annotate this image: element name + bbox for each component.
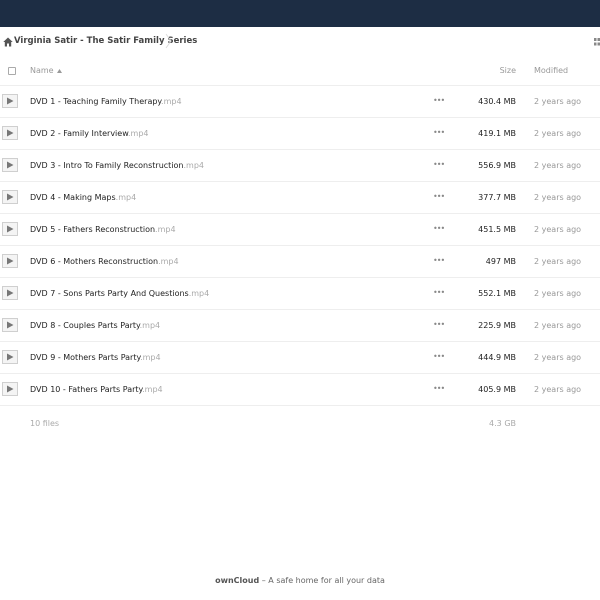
more-actions-icon[interactable]: ••• [433,193,445,201]
file-basename: DVD 10 - Fathers Parts Party [30,385,143,394]
file-modified: 2 years ago [534,193,582,202]
file-name[interactable]: DVD 9 - Mothers Parts Party.mp4 [30,353,161,362]
file-name[interactable]: DVD 7 - Sons Parts Party And Questions.m… [30,289,209,298]
more-actions-icon[interactable]: ••• [433,97,445,105]
file-modified: 2 years ago [534,97,582,106]
file-basename: DVD 3 - Intro To Family Reconstruction [30,161,184,170]
column-header-size[interactable]: Size [460,66,516,75]
more-actions-icon[interactable]: ••• [433,161,445,169]
file-modified: 2 years ago [534,129,582,138]
file-basename: DVD 4 - Making Maps [30,193,116,202]
file-extension: .mp4 [188,289,210,298]
file-size: 444.9 MB [478,353,516,362]
file-row[interactable]: DVD 10 - Fathers Parts Party.mp4 ••• 405.9… [0,374,600,406]
video-file-icon[interactable] [2,190,18,204]
video-file-icon[interactable] [2,350,18,364]
file-name[interactable]: DVD 10 - Fathers Parts Party.mp4 [30,385,163,394]
file-name[interactable]: DVD 5 - Fathers Reconstruction.mp4 [30,225,176,234]
file-extension: .mp4 [161,97,182,106]
video-file-icon[interactable] [2,126,18,140]
file-count: 10 files [30,419,60,428]
file-size: 451.5 MB [478,225,516,234]
file-size: 552.1 MB [478,289,516,298]
file-row[interactable]: DVD 4 - Making Maps.mp4 ••• 377.7 MB 2 year… [0,182,600,214]
file-list: DVD 1 - Teaching Family Therapy.mp4 ••• 43… [0,86,600,406]
file-name[interactable]: DVD 2 - Family Interview.mp4 [30,129,149,138]
file-row[interactable]: DVD 8 - Couples Parts Party.mp4 ••• 225.9 … [0,310,600,342]
video-file-icon[interactable] [2,286,18,300]
file-basename: DVD 8 - Couples Parts Party [30,321,140,330]
file-row[interactable]: DVD 9 - Mothers Parts Party.mp4 ••• 444.9 … [0,342,600,374]
file-list-summary: 10 files 4.3 GB [0,407,600,437]
file-modified: 2 years ago [534,257,582,266]
video-file-icon[interactable] [2,382,18,396]
total-size: 4.3 GB [489,419,516,428]
file-row[interactable]: DVD 7 - Sons Parts Party And Questions.m… [0,278,600,310]
grid-view-icon[interactable] [594,38,600,46]
select-all-checkbox[interactable] [8,67,16,75]
file-extension: .mp4 [115,193,137,202]
file-basename: DVD 9 - Mothers Parts Party [30,353,141,362]
file-basename: DVD 1 - Teaching Family Therapy [30,97,162,106]
top-header-bar [0,0,600,27]
file-extension: .mp4 [139,321,161,330]
sort-ascending-icon[interactable] [57,69,62,73]
more-actions-icon[interactable]: ••• [433,257,445,265]
column-header-name[interactable]: Name [30,66,54,75]
breadcrumb-chevron-icon [165,33,172,49]
file-extension: .mp4 [140,353,161,362]
footer: ownCloud – A safe home for all your data [0,576,600,585]
file-row[interactable]: DVD 1 - Teaching Family Therapy.mp4 ••• 43… [0,86,600,118]
file-row[interactable]: DVD 3 - Intro To Family Reconstruction.m… [0,150,600,182]
file-modified: 2 years ago [534,161,582,170]
file-modified: 2 years ago [534,385,582,394]
column-header-modified[interactable]: Modified [534,66,568,75]
more-actions-icon[interactable]: ••• [433,225,445,233]
footer-brand[interactable]: ownCloud [215,576,259,585]
file-basename: DVD 6 - Mothers Reconstruction [30,257,159,266]
file-extension: .mp4 [183,161,205,170]
file-name[interactable]: DVD 4 - Making Maps.mp4 [30,193,136,202]
file-size: 556.9 MB [478,161,516,170]
file-modified: 2 years ago [534,321,582,330]
file-size: 430.4 MB [478,97,516,106]
file-size: 405.9 MB [478,385,516,394]
file-modified: 2 years ago [534,225,582,234]
file-name[interactable]: DVD 3 - Intro To Family Reconstruction.m… [30,161,204,170]
file-modified: 2 years ago [534,289,582,298]
more-actions-icon[interactable]: ••• [433,353,445,361]
more-actions-icon[interactable]: ••• [433,289,445,297]
video-file-icon[interactable] [2,94,18,108]
more-actions-icon[interactable]: ••• [433,129,445,137]
video-file-icon[interactable] [2,158,18,172]
file-row[interactable]: DVD 2 - Family Interview.mp4 ••• 419.1 MB 2… [0,118,600,150]
file-name[interactable]: DVD 6 - Mothers Reconstruction.mp4 [30,257,179,266]
file-row[interactable]: DVD 5 - Fathers Reconstruction.mp4 ••• 451… [0,214,600,246]
video-file-icon[interactable] [2,254,18,268]
video-file-icon[interactable] [2,318,18,332]
file-row[interactable]: DVD 6 - Mothers Reconstruction.mp4 ••• 497… [0,246,600,278]
file-size: 419.1 MB [478,129,516,138]
file-size: 377.7 MB [478,193,516,202]
home-icon[interactable] [3,37,13,47]
file-basename: DVD 5 - Fathers Reconstruction [30,225,156,234]
file-extension: .mp4 [158,257,179,266]
file-name[interactable]: DVD 1 - Teaching Family Therapy.mp4 [30,97,182,106]
footer-tagline: – A safe home for all your data [259,576,385,585]
file-name[interactable]: DVD 8 - Couples Parts Party.mp4 [30,321,160,330]
video-file-icon[interactable] [2,222,18,236]
file-extension: .mp4 [142,385,163,394]
more-actions-icon[interactable]: ••• [433,385,445,393]
file-size: 225.9 MB [478,321,516,330]
more-actions-icon[interactable]: ••• [433,321,445,329]
file-extension: .mp4 [155,225,176,234]
file-size: 497 MB [485,257,516,266]
file-modified: 2 years ago [534,353,582,362]
file-extension: .mp4 [128,129,149,138]
file-basename: DVD 2 - Family Interview [30,129,129,138]
file-list-header: Name Size Modified [0,57,600,86]
file-basename: DVD 7 - Sons Parts Party And Questions [30,289,189,298]
